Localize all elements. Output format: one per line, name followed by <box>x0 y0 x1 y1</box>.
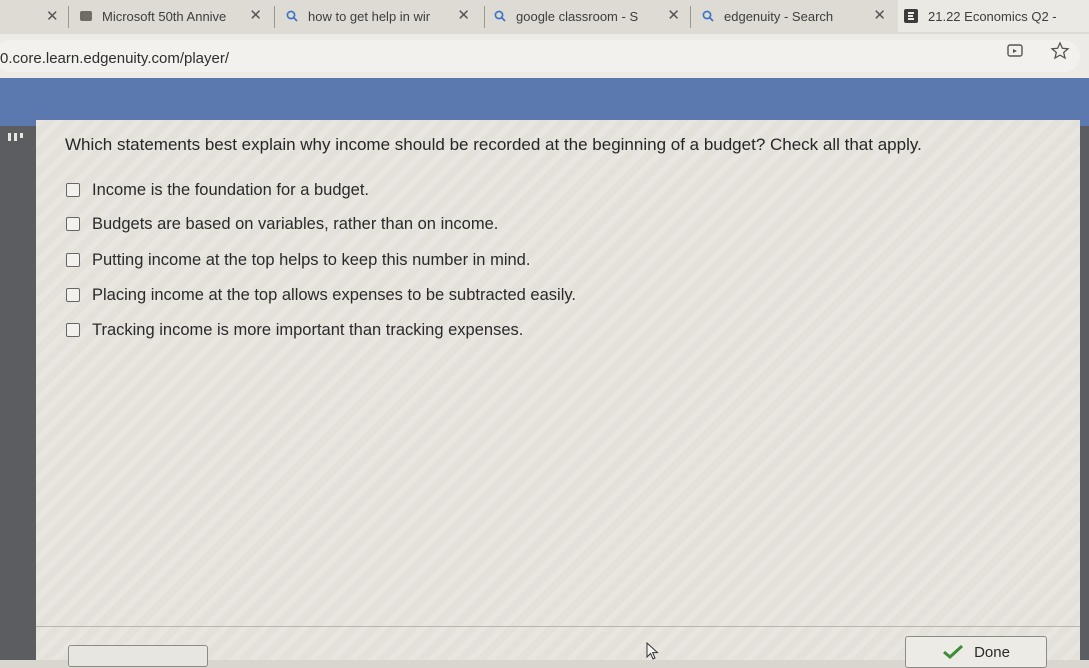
close-tab-icon[interactable]: ✕ <box>46 7 59 25</box>
edgenuity-tab-icon <box>904 9 918 23</box>
tab-google-classroom[interactable]: google classroom - S ✕ <box>494 0 686 32</box>
tab-separator <box>690 6 691 28</box>
footer-divider <box>36 626 1080 627</box>
answer-option[interactable]: Putting income at the top helps to keep … <box>66 249 530 271</box>
close-icon[interactable]: ✕ <box>873 8 886 23</box>
tab-separator <box>274 6 275 28</box>
tab-separator <box>484 6 485 28</box>
answer-checkbox[interactable] <box>66 288 80 302</box>
checkmark-icon <box>942 644 964 659</box>
mouse-cursor-icon <box>646 641 660 660</box>
previous-activity-button[interactable] <box>68 645 208 667</box>
course-header-banner <box>0 78 1089 126</box>
answer-option[interactable]: Placing income at the top allows expense… <box>66 284 576 306</box>
done-button[interactable]: Done <box>905 636 1047 668</box>
tab-edgenuity-search[interactable]: edgenuity - Search ✕ <box>702 0 892 32</box>
url-text[interactable]: 0.core.learn.edgenuity.com/player/ <box>0 50 229 67</box>
tab-label: edgenuity - Search <box>724 8 834 24</box>
tab-search-help[interactable]: how to get help in wir ✕ <box>286 0 476 32</box>
close-icon[interactable]: ✕ <box>457 8 470 23</box>
answer-checkbox[interactable] <box>66 253 80 267</box>
tab-economics-active[interactable]: 21.22 Economics Q2 - <box>898 0 1089 32</box>
close-icon[interactable]: ✕ <box>249 8 262 23</box>
answer-label: Tracking income is more important than t… <box>92 320 524 339</box>
search-icon <box>286 10 298 22</box>
browser-tab-strip: ✕ Microsoft 50th Annive ✕ how to get hel… <box>0 0 1089 34</box>
browser-toolbar: 0.core.learn.edgenuity.com/player/ <box>0 34 1089 78</box>
answer-checkbox[interactable] <box>66 323 80 337</box>
question-panel <box>36 120 1080 660</box>
answer-label: Placing income at the top allows expense… <box>92 285 576 304</box>
answer-label: Budgets are based on variables, rather t… <box>92 214 499 233</box>
answer-label: Putting income at the top helps to keep … <box>92 250 531 269</box>
tab-label: how to get help in wir <box>308 8 431 24</box>
done-label: Done <box>974 643 1010 661</box>
answer-option[interactable]: Budgets are based on variables, rather t… <box>66 213 498 235</box>
search-icon <box>702 10 714 22</box>
microsoft-tab-icon <box>80 10 92 22</box>
tab-label: Microsoft 50th Annive <box>102 8 227 24</box>
answer-label: Income is the foundation for a budget. <box>92 180 370 199</box>
player-marker-icon <box>8 130 28 141</box>
answer-option[interactable]: Tracking income is more important than t… <box>66 319 523 341</box>
search-icon <box>494 10 506 22</box>
tab-label: 21.22 Economics Q2 - <box>928 8 1057 24</box>
answer-checkbox[interactable] <box>66 183 80 197</box>
tab-microsoft[interactable]: Microsoft 50th Annive ✕ <box>80 0 268 32</box>
tab-label: google classroom - S <box>516 8 639 24</box>
close-icon[interactable]: ✕ <box>667 8 680 23</box>
install-app-icon[interactable] <box>1006 42 1024 60</box>
answer-option[interactable]: Income is the foundation for a budget. <box>66 179 369 201</box>
tab-separator <box>68 6 69 28</box>
bookmark-star-icon[interactable] <box>1050 41 1070 61</box>
question-prompt: Which statements best explain why income… <box>65 135 922 154</box>
answer-checkbox[interactable] <box>66 217 80 231</box>
